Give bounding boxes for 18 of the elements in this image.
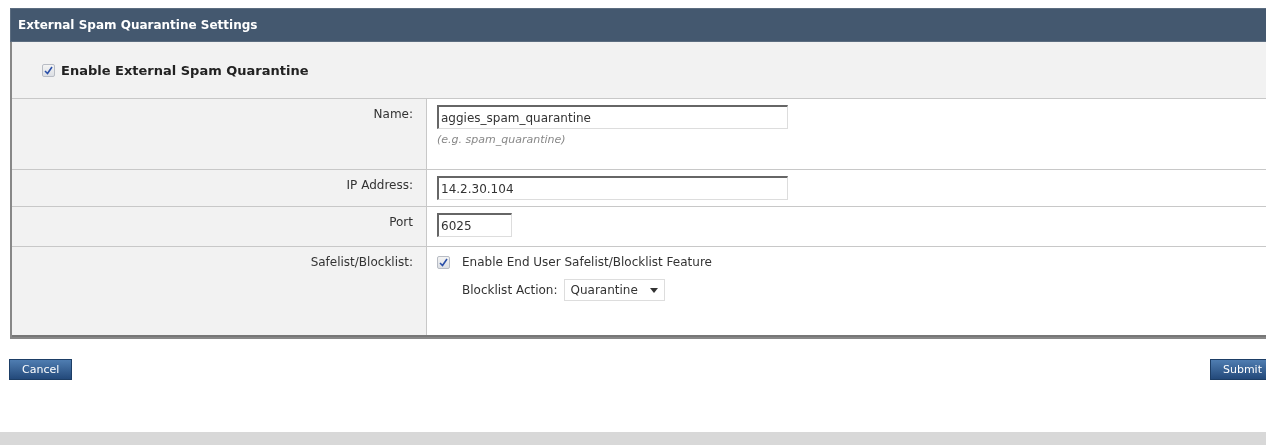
dropdown[interactable]: Quarantine <box>563 279 665 301</box>
field-label: Blocklist Action: <box>462 283 558 297</box>
panel-title: External Spam Quarantine Settings <box>10 8 1266 42</box>
field-label: IP Address: <box>12 170 427 206</box>
field-label: Port <box>12 207 427 246</box>
input-field[interactable]: 14.2.30.104 <box>437 176 788 200</box>
hint-text: (e.g. spam_quarantine) <box>437 133 567 146</box>
input-field[interactable]: 6025 <box>437 213 512 237</box>
checkbox[interactable] <box>437 255 450 269</box>
checkbox-label: Enable End User Safelist/Blocklist Feature <box>462 255 712 269</box>
checkbox-label: Enable External Spam Quarantine <box>61 62 309 78</box>
checkbox[interactable] <box>42 63 55 77</box>
field-label: Name: <box>12 99 427 169</box>
action-button[interactable]: Submit <box>1209 359 1266 380</box>
input-field[interactable]: aggies_spam_quarantine <box>437 105 788 129</box>
action-button[interactable]: Cancel <box>9 359 73 380</box>
field-label: Safelist/Blocklist: <box>12 247 427 335</box>
caret-icon <box>649 287 658 293</box>
